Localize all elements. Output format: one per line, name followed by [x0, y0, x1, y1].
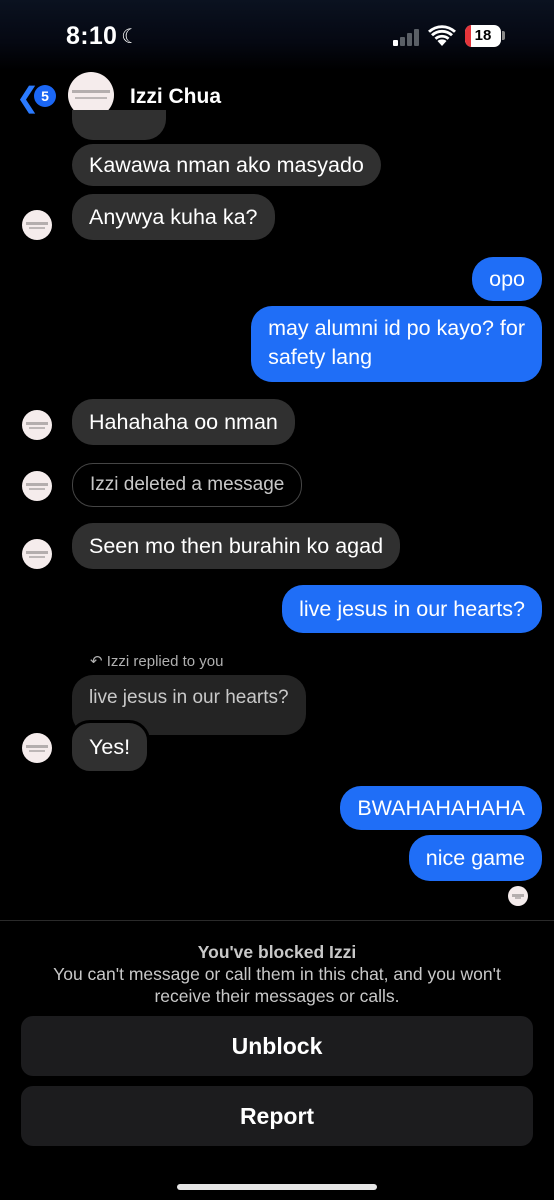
message-line: may alumni id po kayo? for [268, 316, 525, 340]
blocked-title: You've blocked Izzi [197, 942, 357, 962]
reply-label: Izzi replied to you [106, 653, 224, 670]
message-line: safety lang [268, 345, 373, 369]
message-bubble-partial[interactable] [72, 110, 166, 140]
message-bubble[interactable]: opo [472, 257, 542, 301]
message-bubble[interactable]: Yes! [69, 720, 151, 774]
sender-avatar[interactable] [22, 210, 52, 240]
message-bubble[interactable]: nice game [408, 835, 542, 881]
clock: 8:10 ☾ [66, 22, 139, 51]
unread-count-badge[interactable]: 5 [34, 85, 56, 107]
clock-text: 8:10 [66, 22, 118, 50]
sender-avatar[interactable] [22, 471, 52, 501]
battery-percent: 18 [474, 27, 492, 44]
home-indicator[interactable] [177, 1184, 377, 1190]
moon-icon: ☾ [121, 26, 140, 48]
deleted-message-bubble[interactable]: Izzi deleted a message [72, 463, 303, 507]
message-bubble[interactable]: Hahahaha oo nman [72, 399, 295, 445]
message-bubble[interactable]: live jesus in our hearts? [282, 585, 542, 633]
blocked-description: You can't message or call them in this c… [53, 964, 501, 1006]
message-bubble[interactable]: may alumni id po kayo? for safety lang [251, 306, 542, 382]
reply-indicator: ↶ Izzi replied to you [90, 652, 223, 670]
unblock-button[interactable]: Unblock [21, 1016, 533, 1076]
sender-avatar[interactable] [22, 410, 52, 440]
battery-cap [502, 31, 505, 40]
contact-name[interactable]: Izzi Chua [130, 85, 221, 109]
message-bubble[interactable]: Kawawa nman ako masyado [72, 144, 381, 186]
message-bubble[interactable]: Seen mo then burahin ko agad [72, 523, 401, 569]
reply-arrow-icon: ↶ [90, 653, 103, 670]
message-bubble[interactable]: Anywya kuha ka? [72, 194, 275, 240]
sender-avatar[interactable] [22, 539, 52, 569]
cellular-signal-icon [393, 28, 423, 46]
message-thread[interactable]: Kawawa nman ako masyado Anywya kuha ka? … [0, 110, 554, 920]
sender-avatar[interactable] [22, 733, 52, 763]
message-bubble[interactable]: BWAHAHAHAHA [340, 786, 542, 830]
divider [0, 920, 554, 921]
wifi-icon [428, 25, 456, 46]
status-bar: 8:10 ☾ 18 [0, 0, 554, 70]
report-button[interactable]: Report [21, 1086, 533, 1146]
seen-receipt-avatar [508, 886, 528, 906]
battery-icon: 18 [465, 25, 501, 47]
